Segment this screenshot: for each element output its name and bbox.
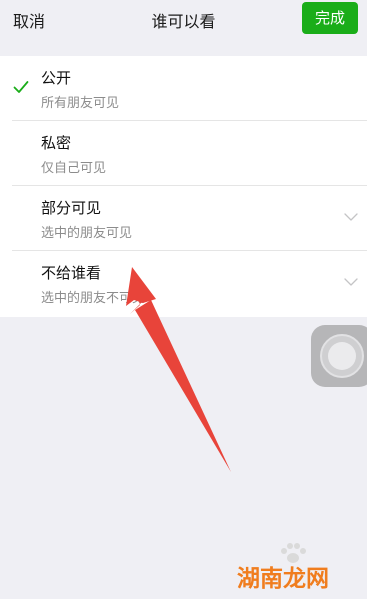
chevron-down-icon (344, 213, 358, 221)
option-public[interactable]: 公开 所有朋友可见 (0, 56, 367, 121)
option-subtitle: 选中的朋友可见 (41, 226, 133, 241)
option-title: 部分可见 (41, 199, 102, 217)
done-button[interactable]: 完成 (302, 2, 358, 34)
visibility-options-list: 公开 所有朋友可见 私密 仅自己可见 部分可见 选中的朋友可见 不给谁看 选中的… (0, 56, 367, 317)
option-title: 不给谁看 (41, 264, 102, 282)
option-title: 公开 (41, 69, 72, 87)
screen: 取消 谁可以看 完成 公开 所有朋友可见 私密 仅自己可见 部分可见 选中的朋友… (0, 0, 367, 599)
option-partially-visible[interactable]: 部分可见 选中的朋友可见 (0, 186, 367, 251)
option-subtitle: 选中的朋友不可见 (41, 291, 146, 306)
check-icon (13, 81, 29, 93)
watermark-logo: 湖南龙网 (237, 566, 329, 592)
option-private[interactable]: 私密 仅自己可见 (0, 121, 367, 186)
option-hide-from[interactable]: 不给谁看 选中的朋友不可见 (0, 251, 367, 317)
option-subtitle: 仅自己可见 (41, 161, 107, 176)
assistive-touch-button[interactable] (311, 325, 367, 387)
option-title: 私密 (41, 134, 72, 152)
navigation-bar: 取消 谁可以看 完成 (0, 0, 367, 34)
option-subtitle: 所有朋友可见 (41, 96, 120, 111)
assistive-touch-dot (328, 342, 356, 370)
chevron-down-icon (344, 278, 358, 286)
